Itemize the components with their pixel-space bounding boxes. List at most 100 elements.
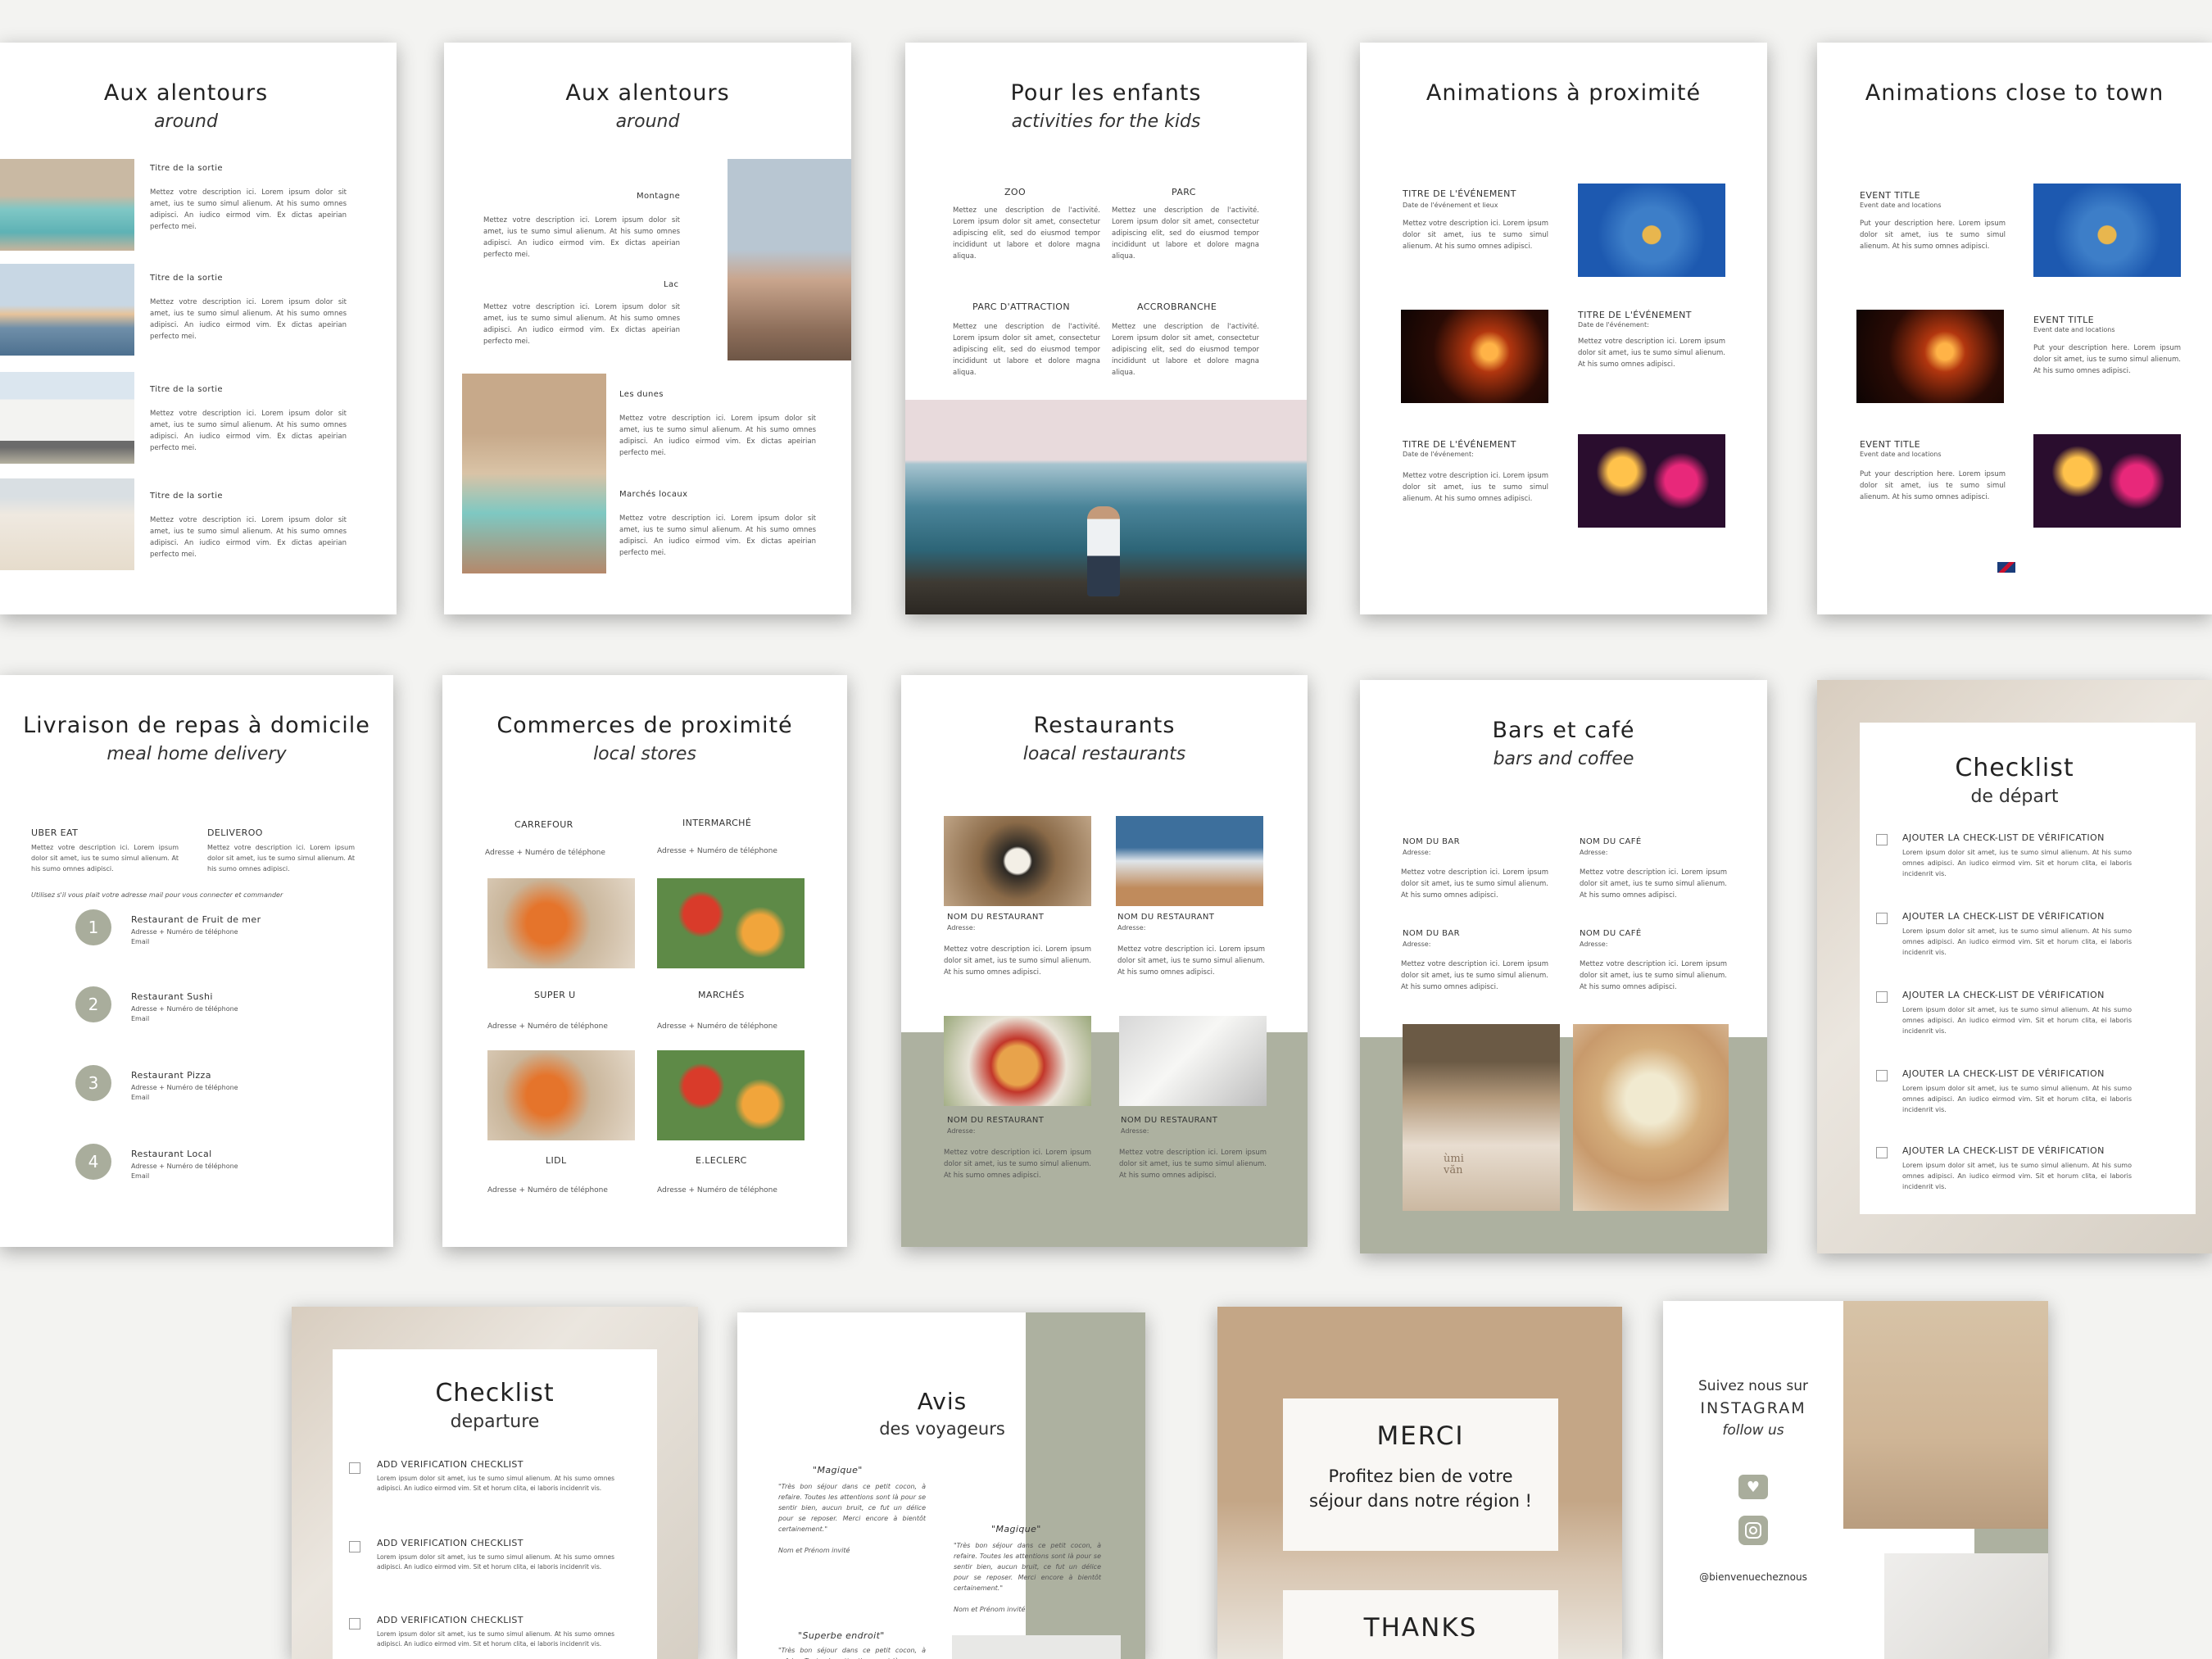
sage-strip [1974,1529,2048,1553]
review-text-2: "Très bon séjour dans ce petit cocon, à … [954,1542,1101,1592]
restaurant-description-4: Mettez votre description ici. Lorem ipsu… [1119,1149,1267,1180]
restaurant-address-4: Adresse + Numéro de téléphone [131,1163,238,1170]
restaurant-name-2: Restaurant Sushi [131,991,213,1002]
review-title-3: "Superbe endroit" [798,1630,885,1641]
coffee-book-photo: ùmi văn [1403,1024,1560,1211]
event-date-2: Event date and locations [2033,326,2115,333]
item-title-3: Titre de la sortie [150,385,223,394]
checklist-item-1: AJOUTER LA CHECK-LIST DE VÉRIFICATION [1902,832,2105,843]
child-figure [1087,506,1120,596]
event-title-1: TITRE DE L'ÉVÉNEMENT [1403,188,1516,199]
instagram-icon[interactable] [1738,1516,1768,1545]
activity-description-1: Mettez une description de l'activité. Lo… [953,206,1100,261]
page-merci: MERCI Profitez bien de votre séjour dans… [1217,1307,1622,1659]
event-description-3: Put your description here. Lorem ipsum d… [1860,470,2006,501]
bar-name-1: NOM DU BAR [1403,837,1461,846]
review-card-3 [952,1635,1121,1659]
white-house-photo [0,372,134,464]
item-description-4: Mettez votre description ici. Lorem ipsu… [150,516,347,559]
page-aux-alentours-fr: Aux alentours around Titre de la sortie … [0,43,397,614]
app-uber-eat: UBER EAT [31,827,79,838]
checkbox-2[interactable] [349,1541,360,1552]
item-title-marches: Marchés locaux [619,490,688,499]
checklist-description-2: Lorem ipsum dolor sit amet, ius te sumo … [1902,927,2132,956]
restaurant-name-4: Restaurant Local [131,1149,212,1159]
checkbox-4[interactable] [1876,1070,1888,1081]
checkbox-2[interactable] [1876,913,1888,924]
fireworks-event-photo [2033,434,2181,528]
restaurant-address-1: Adresse + Numéro de téléphone [131,928,238,936]
checklist-description-2: Lorem ipsum dolor sit amet, ius te sumo … [377,1553,614,1571]
pool-photo [0,159,134,251]
checklist-description-1: Lorem ipsum dolor sit amet, ius te sumo … [377,1475,614,1492]
review-author-1: Nom et Prénom invité [778,1547,850,1554]
page-subtitle: de départ [1970,786,2059,807]
restaurant-name-4: NOM DU RESTAURANT [1121,1116,1218,1125]
ferris-wheel-photo [0,264,134,356]
checkbox-3[interactable] [349,1618,360,1630]
bar-address-2: Adresse: [1403,941,1431,948]
activity-description-2: Mettez une description de l'activité. Lo… [1112,206,1259,261]
item-description-1: Mettez votre description ici. Lorem ipsu… [150,188,347,231]
number-badge-4: 4 [75,1144,111,1180]
beach-photo [0,478,134,570]
white-decor-photo [1884,1553,2048,1659]
bar-name-2: NOM DU BAR [1403,929,1461,938]
event-title-2: TITRE DE L'ÉVÉNEMENT [1578,310,1692,320]
restaurant-name-3: NOM DU RESTAURANT [947,1116,1045,1125]
bar-address-1: Adresse: [1403,849,1431,856]
store-info-1: Adresse + Numéro de téléphone [485,849,605,857]
restaurant-email-1: Email [131,938,150,945]
heart-icon[interactable]: ♥ [1738,1475,1768,1499]
checklist-item-3: ADD VERIFICATION CHECKLIST [377,1615,524,1625]
page-subtitle: bars and coffee [1493,749,1634,769]
dried-flowers-photo [1843,1301,2048,1529]
page-title: Livraison de repas à domicile [23,713,370,738]
page-checklist-en: Checklist departure ADD VERIFICATION CHE… [292,1307,698,1659]
thanks-title: THANKS [1363,1613,1478,1643]
instagram-handle[interactable]: @bienvenuecheznous [1663,1571,1843,1583]
review-title-1: "Magique" [813,1465,863,1475]
item-description-marches: Mettez votre description ici. Lorem ipsu… [619,514,816,557]
page-title: Checklist [1955,754,2074,782]
concert-event-photo [1401,310,1548,403]
activity-zoo: ZOO [1004,187,1027,197]
cafe-address-2: Adresse: [1580,941,1608,948]
checklist-item-5: AJOUTER LA CHECK-LIST DE VÉRIFICATION [1902,1145,2105,1156]
page-aux-alentours-fr-2: Aux alentours around Montagne Mettez vot… [444,43,851,614]
store-name-5: LIDL [546,1155,567,1166]
sage-side-band [1026,1312,1145,1659]
restaurant-description-2: Mettez votre description ici. Lorem ipsu… [1117,945,1265,977]
pasta-photo [944,1016,1091,1106]
event-description-1: Put your description here. Lorem ipsum d… [1860,220,2006,251]
page-subtitle: around [154,111,218,132]
follow-us-text: follow us [1722,1422,1784,1439]
cafe-name-2: NOM DU CAFÉ [1580,929,1642,938]
checkbox-5[interactable] [1876,1147,1888,1158]
checkbox-1[interactable] [1876,834,1888,845]
menu-table-photo [1119,1016,1267,1106]
page-bars-cafe: Bars et café bars and coffee NOM DU BAR … [1360,680,1767,1253]
event-description-2: Mettez votre description ici. Lorem ipsu… [1578,338,1725,369]
store-info-3: Adresse + Numéro de téléphone [487,1022,608,1031]
event-date-1: Event date and locations [1860,202,1942,209]
oranges-photo-1 [487,878,635,968]
ferris-wheel-event-photo [2033,184,2181,277]
checklist-item-3: AJOUTER LA CHECK-LIST DE VÉRIFICATION [1902,990,2105,1000]
item-title-montagne: Montagne [637,192,681,201]
item-title-4: Titre de la sortie [150,492,223,501]
number-badge-3: 3 [75,1065,111,1101]
page-title: Aux alentours [103,80,269,106]
page-pour-les-enfants: Pour les enfants activities for the kids… [905,43,1307,614]
activity-description-3: Mettez une description de l'activité. Lo… [953,323,1100,377]
page-restaurants: Restaurants loacal restaurants NOM DU RE… [901,675,1308,1247]
app-description-2: Mettez votre description ici. Lorem ipsu… [207,844,355,873]
uk-flag-icon [1997,562,2015,573]
checkbox-3[interactable] [1876,991,1888,1003]
item-description-lac: Mettez votre description ici. Lorem ipsu… [483,303,680,346]
checkbox-1[interactable] [349,1462,360,1474]
restaurant-email-2: Email [131,1015,150,1022]
bar-description-1: Mettez votre description ici. Lorem ipsu… [1401,868,1548,900]
number-badge-2: 2 [75,986,111,1022]
checklist-item-1: ADD VERIFICATION CHECKLIST [377,1459,524,1470]
